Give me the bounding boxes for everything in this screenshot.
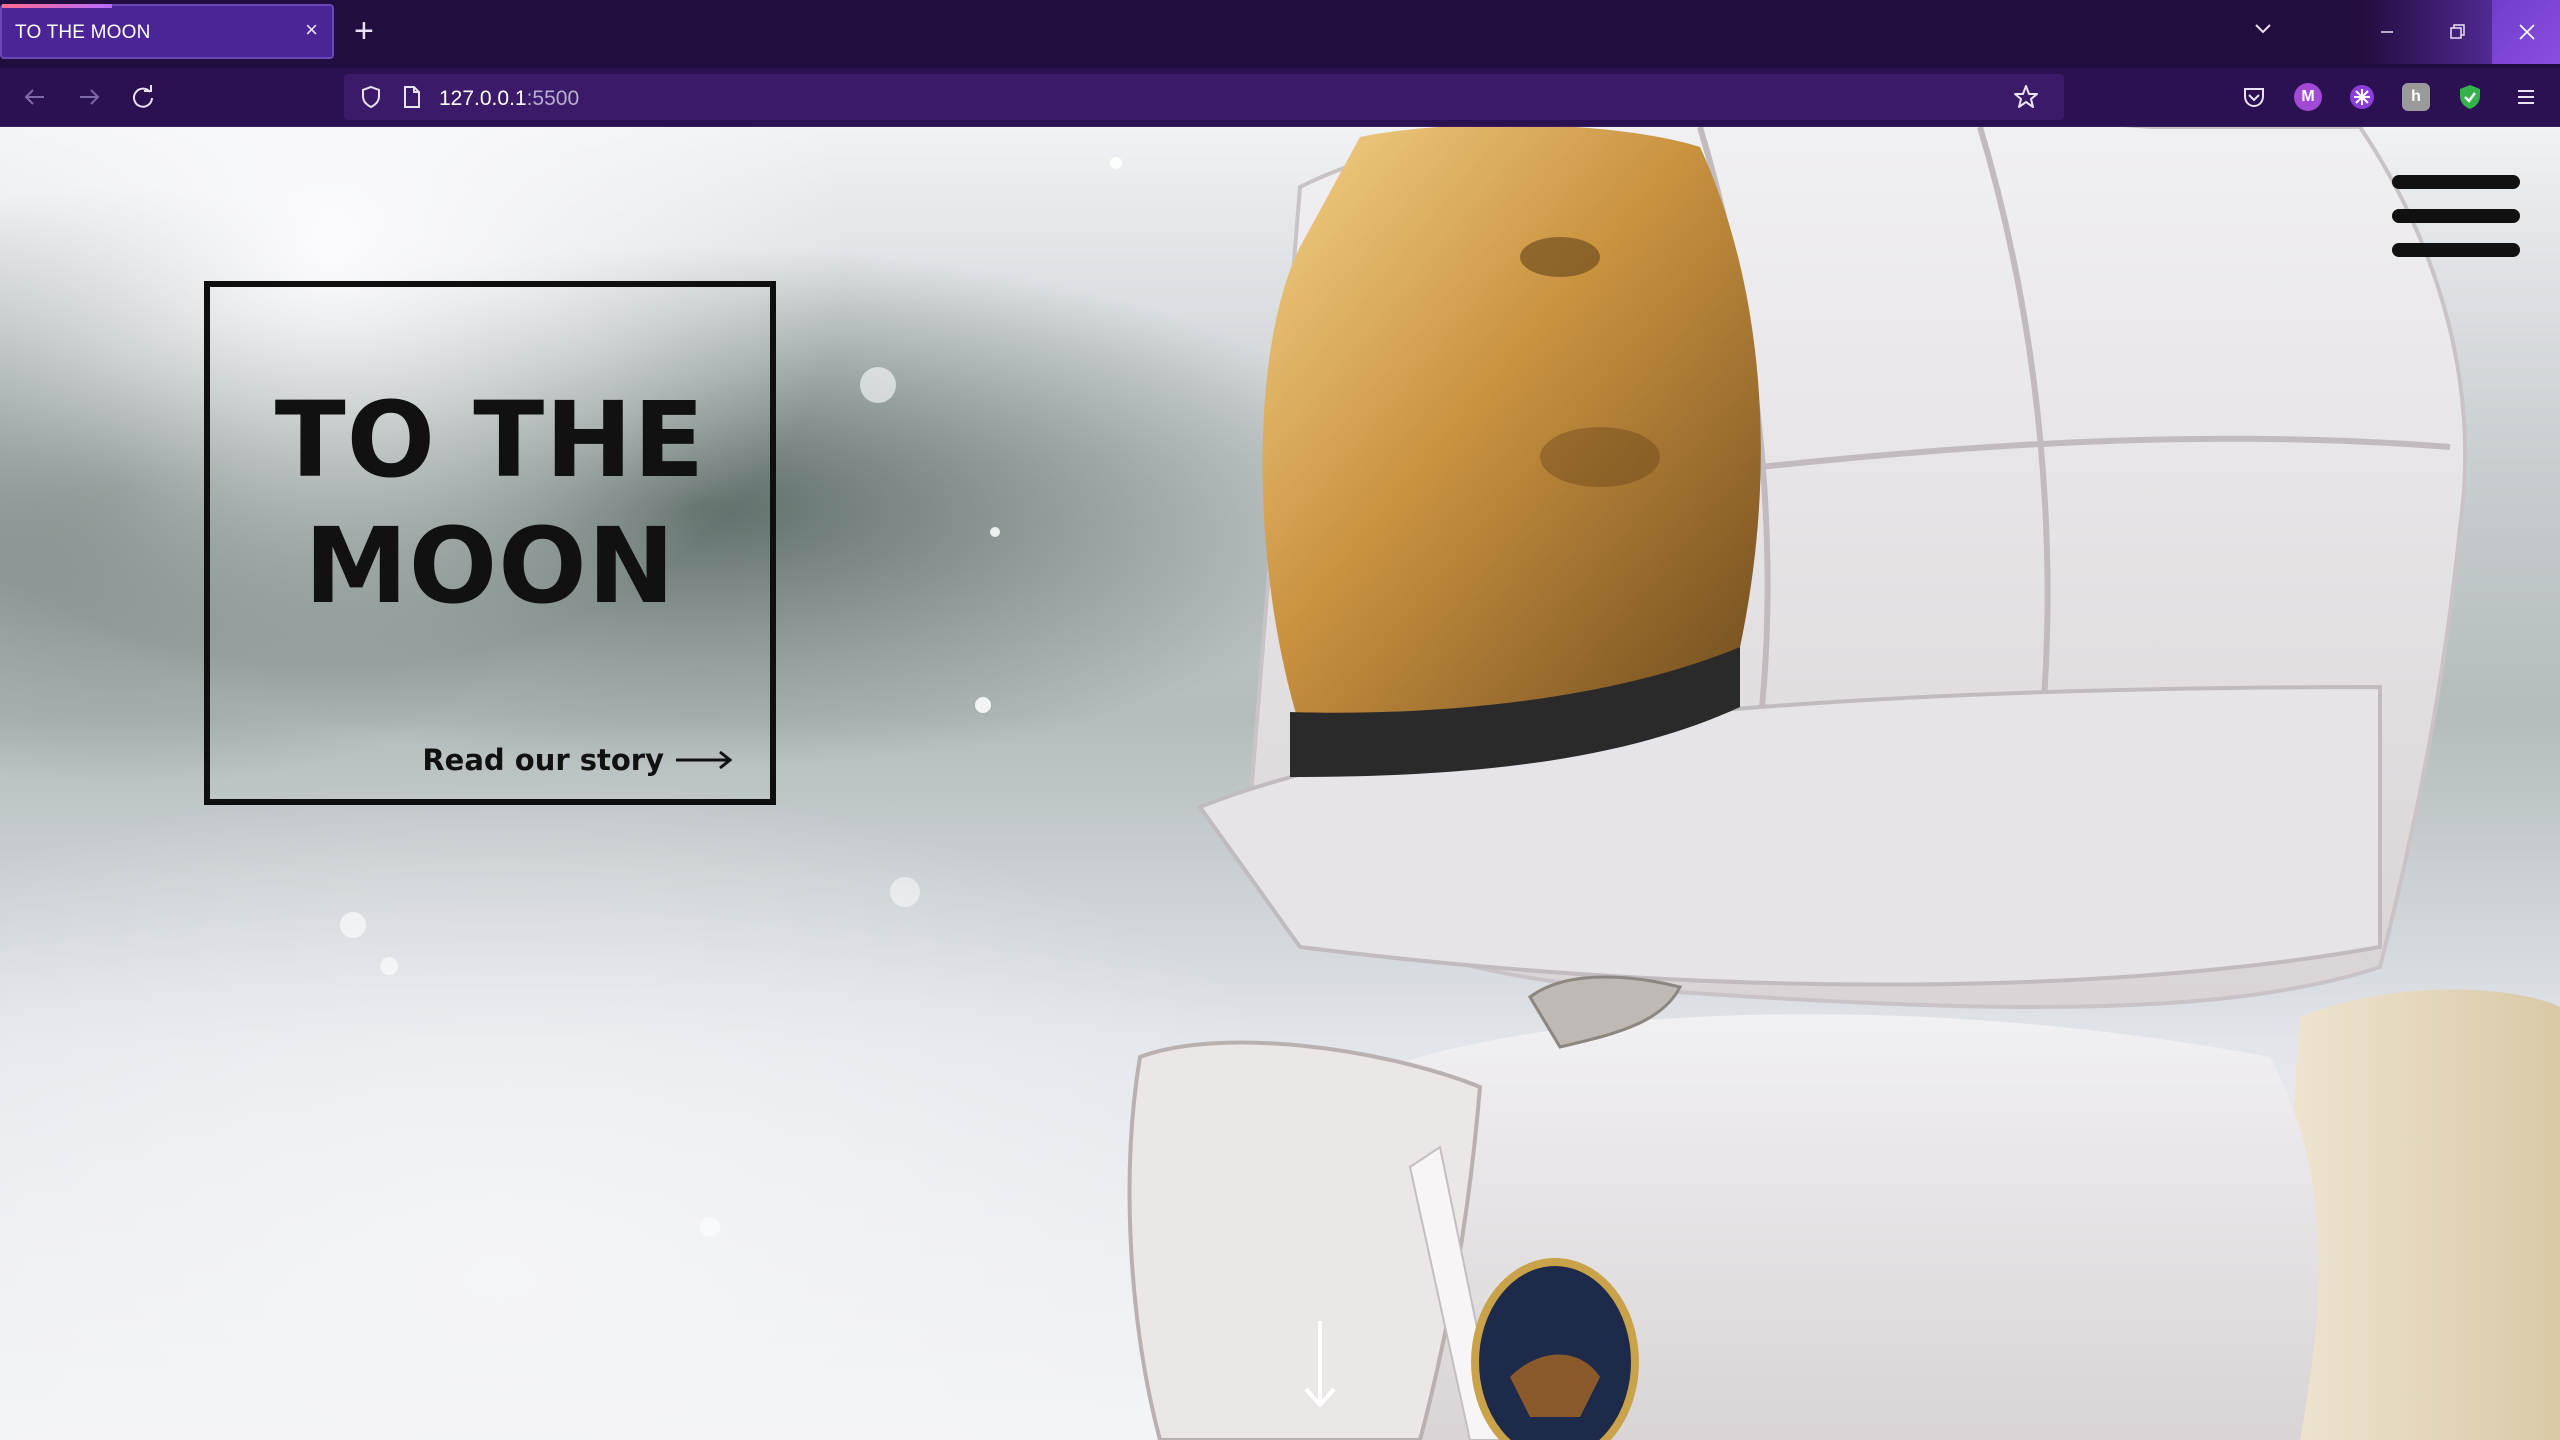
shield-icon[interactable] [358,84,384,110]
page-icon [404,86,420,108]
read-story-label: Read our story [422,743,664,777]
hero-section: TO THE MOON Read our story [0,127,2560,1440]
title-card: TO THE MOON Read our story [204,281,776,805]
menu-bar-middle [2392,209,2520,223]
hero-title: TO THE MOON [210,377,770,629]
hero-title-line1: TO THE [274,379,706,501]
new-tab-button[interactable]: + [354,14,374,48]
h-extension-label: h [2411,88,2421,105]
menu-bar-bottom [2392,243,2520,257]
puzzle-extension-icon[interactable] [2348,83,2376,111]
tab-close-icon[interactable]: × [305,19,318,41]
menu-bar-top [2392,175,2520,189]
m-extension-label: M [2301,88,2315,105]
arrow-right-icon [676,750,733,770]
close-window-button[interactable] [2492,0,2560,64]
url-host: 127.0.0.1 [439,87,527,110]
browser-titlebar: TO THE MOON × + [0,0,2560,68]
restore-icon [2450,24,2465,39]
restore-button[interactable] [2422,0,2492,64]
close-icon [2519,24,2535,40]
url-text[interactable]: 127.0.0.1:5500 [439,87,579,111]
pocket-icon[interactable] [2240,83,2268,111]
reload-icon[interactable] [128,82,158,112]
h-extension-icon[interactable]: h [2402,83,2430,111]
tab-accent [2,4,112,8]
url-bar[interactable]: 127.0.0.1:5500 [344,74,2064,120]
url-port: :5500 [526,87,580,110]
arrow-down-icon[interactable] [1300,1319,1340,1411]
back-icon[interactable] [20,82,50,112]
star-icon[interactable] [2012,83,2040,111]
browser-tab[interactable]: TO THE MOON × [0,4,334,59]
minimize-icon [2381,31,2393,33]
m-extension-icon[interactable]: M [2294,83,2322,111]
browser-navbar: 127.0.0.1:5500 M h [0,68,2560,127]
shield-check-extension-icon[interactable] [2456,83,2484,111]
tab-title: TO THE MOON [15,22,151,43]
hero-title-line2: MOON [304,505,676,627]
forward-icon[interactable] [74,82,104,112]
hamburger-browser-menu-icon[interactable] [2512,83,2540,111]
read-story-link[interactable]: Read our story [422,743,734,777]
minimize-button[interactable] [2352,0,2422,64]
chevron-down-icon[interactable] [2250,16,2276,42]
hamburger-menu-icon[interactable] [2392,175,2520,259]
